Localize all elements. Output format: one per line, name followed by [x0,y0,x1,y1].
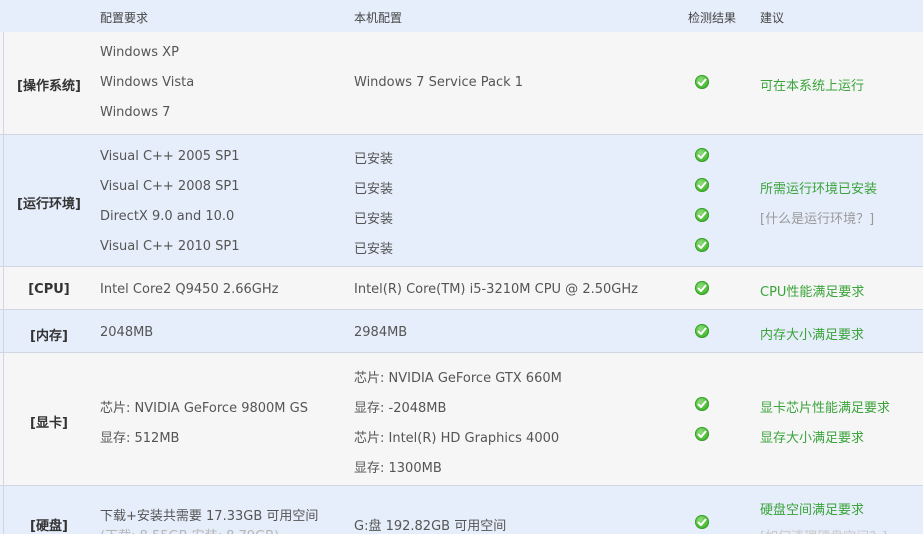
gpu-suggestion-vram: 显存大小满足要求 [760,431,865,446]
check-circle-icon [695,281,709,295]
row-disk: [硬盘] 下载+安装共需要 17.33GB 可用空间 (下载: 8.55GB 安… [0,486,923,534]
gpu-local-chip-2: 芯片: Intel(R) HD Graphics 4000 [354,431,560,446]
cpu-suggestion: CPU性能满足要求 [760,285,865,300]
runtime-required-2: Visual C++ 2008 SP1 [100,179,240,194]
row-cpu: [CPU] Intel Core2 Q9450 2.66GHz Intel(R)… [0,267,923,310]
disk-required-detail: (下载: 8.55GB 安装: 8.79GB) [100,525,279,534]
memory-suggestion: 内存大小满足要求 [760,328,865,343]
check-circle-icon [695,148,709,162]
gpu-required-chip: 芯片: NVIDIA GeForce 9800M GS [100,401,308,416]
cpu-required: Intel Core2 Q9450 2.66GHz [100,282,279,297]
memory-required: 2048MB [100,325,154,340]
memory-local: 2984MB [354,325,408,340]
row-runtime: [运行环境] Visual C++ 2005 SP1 Visual C++ 20… [0,135,923,267]
runtime-local-4: 已安装 [354,242,394,257]
runtime-local-2: 已安装 [354,182,394,197]
runtime-help-link[interactable]: [什么是运行环境？] [760,208,874,227]
check-circle-icon [695,208,709,222]
gpu-suggestion-chip: 显卡芯片性能满足要求 [760,401,891,416]
check-circle-icon [695,397,709,411]
disk-help-link[interactable]: [如何清理硬盘空间？] [760,526,887,534]
check-circle-icon [695,427,709,441]
os-local: Windows 7 Service Pack 1 [354,75,524,90]
row-gpu: [显卡] 芯片: NVIDIA GeForce 9800M GS 显存: 512… [0,353,923,486]
runtime-local-1: 已安装 [354,152,394,167]
cpu-label: [CPU] [28,282,70,297]
gpu-local-vram-2: 显存: 1300MB [354,461,442,476]
check-circle-icon [695,75,709,89]
check-circle-icon [695,238,709,252]
disk-local: G:盘 192.82GB 可用空间 [354,519,507,534]
runtime-local-3: 已安装 [354,212,394,227]
check-circle-icon [695,178,709,192]
os-label: [操作系统] [17,79,81,94]
system-check-panel: 配置要求 本机配置 检测结果 建议 [操作系统] Windows XP Wind… [0,0,923,534]
header-suggestion: 建议 [760,11,785,25]
runtime-required-1: Visual C++ 2005 SP1 [100,149,240,164]
disk-required: 下载+安装共需要 17.33GB 可用空间 [100,509,319,524]
gpu-local-vram-1: 显存: -2048MB [354,401,447,416]
check-circle-icon [695,515,709,529]
disk-suggestion: 硬盘空间满足要求 [760,503,865,518]
gpu-local-chip-1: 芯片: NVIDIA GeForce GTX 660M [354,371,562,386]
os-suggestion: 可在本系统上运行 [760,79,865,94]
table-header: 配置要求 本机配置 检测结果 建议 [0,0,923,32]
header-local: 本机配置 [354,11,403,25]
header-result: 检测结果 [688,11,737,25]
gpu-label: [显卡] [30,416,68,431]
row-memory: [内存] 2048MB 2984MB 内存大小满足要求 [0,310,923,353]
memory-label: [内存] [30,329,68,344]
os-required-2: Windows Vista [100,75,195,90]
runtime-required-4: Visual C++ 2010 SP1 [100,239,240,254]
header-required: 配置要求 [100,11,149,25]
os-required-3: Windows 7 [100,105,171,120]
gpu-required-vram: 显存: 512MB [100,431,180,446]
check-circle-icon [695,324,709,338]
row-os: [操作系统] Windows XP Windows Vista Windows … [0,32,923,135]
os-required-1: Windows XP [100,45,179,60]
runtime-label: [运行环境] [17,197,81,212]
disk-label: [硬盘] [30,519,68,534]
cpu-local: Intel(R) Core(TM) i5-3210M CPU @ 2.50GHz [354,282,638,297]
runtime-suggestion: 所需运行环境已安装 [760,182,878,197]
runtime-required-3: DirectX 9.0 and 10.0 [100,209,235,224]
